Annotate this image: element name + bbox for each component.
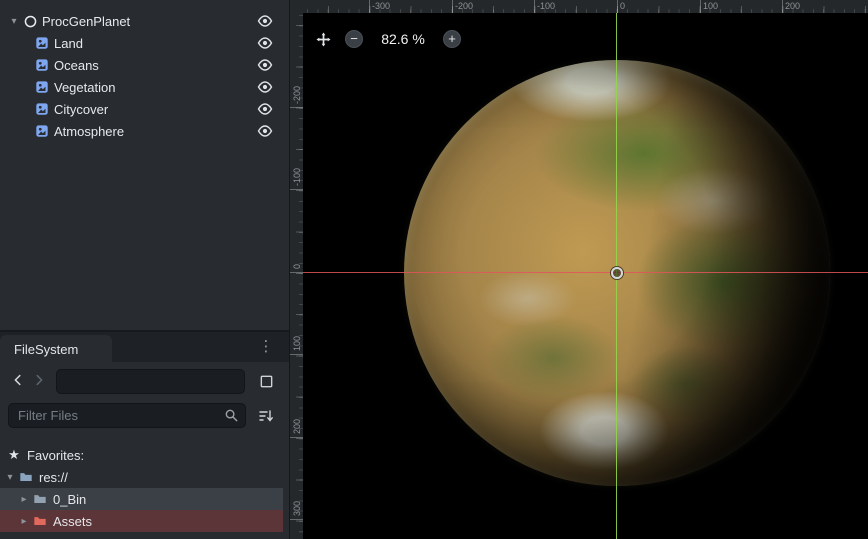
folder-icon: [32, 513, 48, 529]
horizontal-ruler[interactable]: -300 -200 -100 0 100 200: [303, 0, 868, 13]
node-circle-icon: [22, 13, 38, 29]
godot-editor: ▾ ProcGenPlanet Land: [0, 0, 868, 539]
node-label: Atmosphere: [54, 124, 124, 139]
toggle-split-mode-icon[interactable]: [255, 370, 277, 392]
canvas-2d[interactable]: − 82.6 % +: [303, 13, 868, 539]
ruler-label: 200: [785, 1, 800, 11]
node-label: Oceans: [54, 58, 99, 73]
zoom-in-button[interactable]: +: [443, 30, 461, 48]
scene-node-row[interactable]: Land: [0, 32, 289, 54]
node-label: ProcGenPlanet: [42, 14, 130, 29]
ruler-label: -100: [292, 168, 302, 186]
ruler-label: -300: [372, 1, 390, 11]
tab-label: FileSystem: [14, 342, 78, 357]
file-tree-label: Assets: [53, 514, 92, 529]
ruler-label: 300: [292, 501, 302, 516]
file-tree-row[interactable]: ▸ Assets: [0, 510, 283, 532]
collapse-arrow-icon[interactable]: ▾: [2, 472, 18, 483]
favorites-label: Favorites:: [27, 448, 84, 463]
node-position-gizmo[interactable]: [611, 267, 623, 279]
zoom-out-button[interactable]: −: [345, 30, 363, 48]
ruler-label: -200: [455, 1, 473, 11]
visibility-eye-icon[interactable]: [256, 79, 273, 96]
visibility-eye-icon[interactable]: [256, 123, 273, 140]
favorites-header: ★ Favorites:: [0, 444, 283, 466]
sprite2d-icon: [34, 79, 50, 95]
scene-node-row[interactable]: Oceans: [0, 54, 289, 76]
file-tree-row[interactable]: ▾ res://: [0, 466, 283, 488]
scene-node-row[interactable]: Vegetation: [0, 76, 289, 98]
file-tree-row[interactable]: ▸ 0_Bin: [0, 488, 283, 510]
ruler-corner: [290, 0, 303, 13]
x-axis-line: [303, 272, 868, 273]
zoom-percentage[interactable]: 82.6 %: [377, 31, 429, 47]
folder-icon: [32, 535, 48, 539]
zoom-controls: − 82.6 % +: [315, 30, 461, 48]
ruler-label: 200: [292, 419, 302, 434]
path-input[interactable]: [56, 369, 245, 394]
filter-files-input[interactable]: [8, 403, 246, 428]
visibility-eye-icon[interactable]: [256, 35, 273, 52]
filesystem-panel: ★ Favorites: ▾ res:// ▸ 0_Bin ▸: [0, 362, 289, 539]
visibility-eye-icon[interactable]: [256, 101, 273, 118]
tab-filesystem[interactable]: FileSystem: [0, 335, 112, 363]
viewport-2d: -300 -200 -100 0 100 200 -200 -100 0 100…: [290, 0, 868, 539]
file-tree-row[interactable]: ▸: [0, 532, 283, 539]
file-tree-label: res://: [39, 470, 68, 485]
folder-icon: [18, 469, 34, 485]
file-sort-icon[interactable]: [256, 406, 276, 426]
ruler-label: 0: [620, 1, 625, 11]
ruler-label: 100: [703, 1, 718, 11]
node-label: Vegetation: [54, 80, 115, 95]
sprite2d-icon: [34, 35, 50, 51]
sprite2d-icon: [34, 57, 50, 73]
history-forward-icon[interactable]: [29, 370, 49, 390]
scene-tree-panel: ▾ ProcGenPlanet Land: [0, 0, 289, 331]
ruler-label: -200: [292, 86, 302, 104]
collapse-arrow-icon[interactable]: ▸: [16, 516, 32, 527]
scene-node-row[interactable]: ▾ ProcGenPlanet: [0, 10, 289, 32]
node-label: Land: [54, 36, 83, 51]
file-tree-label: 0_Bin: [53, 492, 86, 507]
collapse-arrow-icon[interactable]: ▸: [16, 494, 32, 505]
node-label: Citycover: [54, 102, 108, 117]
sprite2d-icon: [34, 101, 50, 117]
left-dock: ▾ ProcGenPlanet Land: [0, 0, 290, 539]
filesystem-tabbar: FileSystem ⋮: [0, 331, 289, 362]
scene-node-row[interactable]: Citycover: [0, 98, 289, 120]
history-back-icon[interactable]: [8, 370, 28, 390]
ruler-label: 0: [292, 264, 302, 269]
search-icon: [224, 408, 240, 424]
folder-icon: [32, 491, 48, 507]
visibility-eye-icon[interactable]: [256, 13, 273, 30]
ruler-label: -100: [537, 1, 555, 11]
collapse-arrow-icon[interactable]: ▾: [6, 16, 22, 27]
star-icon: ★: [6, 447, 22, 463]
vertical-ruler[interactable]: -200 -100 0 100 200 300: [290, 13, 303, 539]
visibility-eye-icon[interactable]: [256, 57, 273, 74]
ruler-label: 100: [292, 336, 302, 351]
dock-menu-icon[interactable]: ⋮: [257, 337, 275, 357]
pan-move-icon[interactable]: [315, 31, 331, 47]
sprite2d-icon: [34, 123, 50, 139]
scene-node-row[interactable]: Atmosphere: [0, 120, 289, 142]
